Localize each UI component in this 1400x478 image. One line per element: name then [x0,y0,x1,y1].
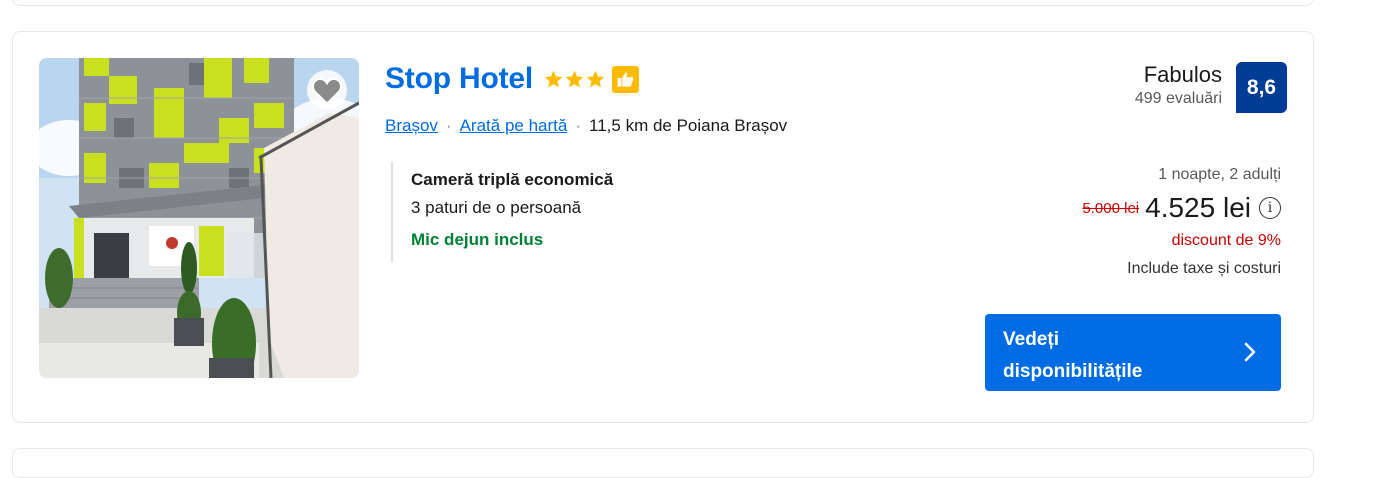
review-word: Fabulos [1143,62,1222,87]
room-name: Cameră triplă economică [411,170,614,189]
review-text: Fabulos 499 evaluări [1135,62,1222,108]
show-on-map-link[interactable]: Arată pe hartă [460,116,568,136]
separator-dot: · [575,116,582,135]
score-badge: 8,6 [1236,62,1287,113]
star-icon [544,70,563,87]
price-line: 5.000 lei 4.525 lei i [1082,192,1281,224]
see-availability-button[interactable]: Vedeți disponibilitățile [985,314,1281,391]
cta-label-line1: Vedeți [1003,329,1059,350]
hotel-result-card: Stop Hotel Brașov · Arată pe hartă · 11,… [12,31,1314,423]
review-count: 499 evaluări [1134,90,1222,107]
favorite-button[interactable] [307,70,347,110]
star-icon [586,70,605,87]
thumbs-up-icon [617,71,634,87]
preferred-badge[interactable] [612,65,639,93]
discount-text: discount de 9% [1171,232,1281,249]
info-icon[interactable]: i [1259,197,1281,219]
star-icon [565,70,584,87]
review-score-block[interactable]: Fabulos 499 evaluări 8,6 [1135,62,1287,113]
price-block: 1 noapte, 2 adulți 5.000 lei 4.525 lei i… [1082,166,1281,278]
distance-text: 11,5 km de Poiana Brașov [589,116,788,135]
hotel-name[interactable]: Stop Hotel [385,62,533,96]
separator-dot: · [445,116,452,135]
star-rating [543,69,606,90]
heart-icon [312,77,342,105]
taxes-note: Include taxe și costuri [1127,260,1281,277]
chevron-right-icon [1244,342,1256,362]
previous-result-card [12,0,1314,6]
hotel-photo[interactable] [39,58,359,378]
bed-config: 3 paturi de o persoană [411,198,582,217]
cta-label-line2: disponibilitățile [1003,361,1143,382]
room-info: Cameră triplă economică 3 paturi de o pe… [391,162,613,262]
original-price: 5.000 lei [1082,199,1140,217]
current-price: 4.525 lei [1145,192,1251,223]
location-row: Brașov · Arată pe hartă · 11,5 km de Poi… [385,116,787,136]
next-result-card [12,448,1314,478]
hotel-photo-illustration [39,58,359,378]
breakfast-included: Mic dejun inclus [411,230,544,249]
location-link[interactable]: Brașov [385,116,438,136]
title-row: Stop Hotel [385,62,639,96]
stay-details: 1 noapte, 2 adulți [1158,166,1281,183]
